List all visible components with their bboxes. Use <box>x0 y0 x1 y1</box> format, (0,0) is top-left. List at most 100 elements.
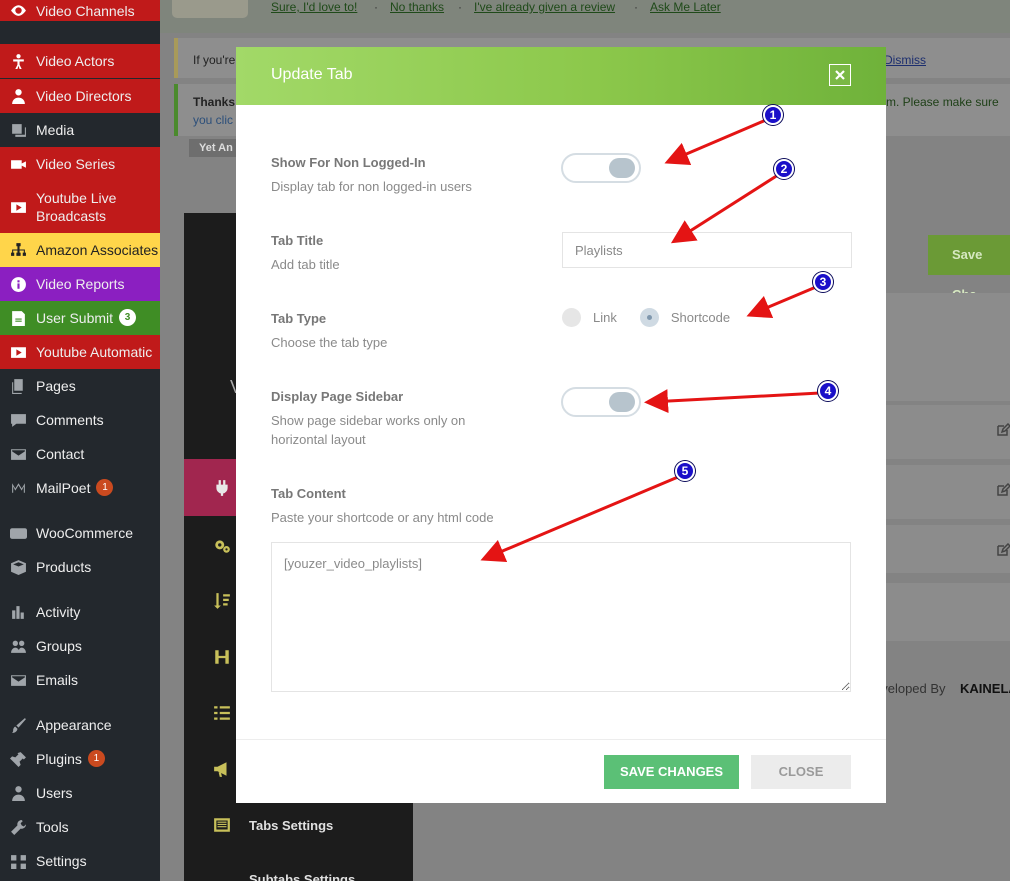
sidebar-item-label: Emails <box>36 672 79 688</box>
modal-title: Update Tab <box>271 66 353 83</box>
sidebar-item-video-channels[interactable]: Video Channels <box>0 0 160 21</box>
tab-title-title: Tab Title <box>271 233 324 248</box>
sidebar-item-label: WooCommerce <box>36 525 133 541</box>
sidebar-item-emails[interactable]: Emails <box>0 663 160 697</box>
sidebar-item-amazon-associates[interactable]: Amazon Associates <box>0 233 160 267</box>
sidebar-item-label: Activity <box>36 604 81 620</box>
sidebar-item-youtube-automatic[interactable]: Youtube Automatic <box>0 335 160 369</box>
sidebar-item-contact[interactable]: Contact <box>0 437 160 471</box>
brush-icon <box>9 716 27 734</box>
page-sidebar-toggle[interactable] <box>561 387 641 417</box>
tab-type-label-link[interactable]: Link <box>593 310 617 325</box>
close-button[interactable]: CLOSE <box>751 755 851 789</box>
plug-icon[interactable] <box>213 479 231 497</box>
review-thumb <box>172 0 248 18</box>
sidebar-item-woocommerce[interactable]: WooCommerce <box>0 516 160 550</box>
sidebar-item-label: Amazon Associates <box>36 242 159 258</box>
panel-item-subtabs-settings[interactable]: Subtabs Settings <box>249 872 355 881</box>
director-icon <box>9 87 27 105</box>
sidebar-item-video-series[interactable]: Video Series <box>0 147 160 181</box>
annotation-badge-3: 3 <box>813 272 833 292</box>
woo-icon <box>9 524 27 542</box>
notice-1-text: If you're <box>193 53 236 67</box>
sidebar-item-label: Youtube Automatic <box>36 344 153 360</box>
sidebar-item-video-actors[interactable]: Video Actors <box>0 44 160 78</box>
developer-name: KAINELA <box>960 681 1010 696</box>
sidebar-item-label: Comments <box>36 412 104 428</box>
mailpoet-icon <box>9 479 27 497</box>
count-badge: 3 <box>119 309 137 326</box>
modal-footer-divider <box>236 739 886 740</box>
sidebar-item-label: Video Series <box>36 156 116 172</box>
notice-2-text: Thanks <box>193 95 236 109</box>
sidebar-item-settings[interactable]: Settings <box>0 844 160 878</box>
notice-2-button[interactable]: Yet An <box>189 139 243 157</box>
toggle-knob <box>609 158 635 178</box>
review-link-yes[interactable]: Sure, I'd love to! <box>271 0 357 14</box>
tab-title-input[interactable] <box>562 232 852 268</box>
panel-item-tabs-settings[interactable]: Tabs Settings <box>249 818 333 833</box>
notice-2-text-b: you clic <box>193 113 234 127</box>
gears-icon[interactable] <box>213 537 231 555</box>
sidebar-item-label: Settings <box>36 853 87 869</box>
sidebar-item-users[interactable]: Users <box>0 776 160 810</box>
mail-icon <box>9 445 27 463</box>
heading-icon[interactable] <box>213 648 231 666</box>
page-sidebar-desc: Show page sidebar works only on horizont… <box>271 413 466 447</box>
review-link-already[interactable]: I've already given a review <box>474 0 615 14</box>
review-separator: · <box>458 0 462 14</box>
submit-icon <box>9 309 27 327</box>
review-separator: · <box>634 0 638 14</box>
sidebar-item-user-submit[interactable]: User Submit 3 <box>0 301 160 335</box>
notice-dismiss-link[interactable]: Dismiss <box>884 53 926 67</box>
sidebar-item-products[interactable]: Products <box>0 550 160 584</box>
tab-type-desc: Choose the tab type <box>271 335 388 350</box>
sidebar-item-pages[interactable]: Pages <box>0 369 160 403</box>
sidebar-item-media[interactable]: Media <box>0 113 160 147</box>
edit-icon[interactable] <box>996 422 1010 437</box>
tab-type-label-shortcode[interactable]: Shortcode <box>671 310 730 325</box>
sidebar-item-tools[interactable]: Tools <box>0 810 160 844</box>
annotation-badge-1: 1 <box>763 105 783 125</box>
count-badge: 1 <box>96 479 114 496</box>
sidebar-item-label: Youtube Live Broadcasts <box>36 190 117 224</box>
edit-icon[interactable] <box>996 542 1010 557</box>
sidebar-item-appearance[interactable]: Appearance <box>0 708 160 742</box>
sidebar-item-label: Pages <box>36 378 76 394</box>
count-badge: 1 <box>87 750 105 767</box>
sidebar-item-video-reports[interactable]: Video Reports <box>0 267 160 301</box>
review-link-later[interactable]: Ask Me Later <box>650 0 721 14</box>
tab-type-radio-link[interactable] <box>562 308 581 327</box>
sidebar-item-label: Video Directors <box>36 88 132 104</box>
sort-icon[interactable] <box>213 592 231 610</box>
sidebar-item-label: Contact <box>36 446 85 462</box>
megaphone-icon[interactable] <box>213 760 231 778</box>
sidebar-item-comments[interactable]: Comments <box>0 403 160 437</box>
modal-close-button[interactable] <box>829 64 851 86</box>
non-logged-in-toggle[interactable] <box>561 153 641 183</box>
youtube-play-icon <box>9 343 27 361</box>
list-icon[interactable] <box>213 704 231 722</box>
bg-save-button[interactable]: Save Cha <box>928 235 1010 302</box>
tabs-icon[interactable] <box>213 816 231 834</box>
info-icon <box>9 275 27 293</box>
review-link-no[interactable]: No thanks <box>390 0 444 14</box>
sidebar-item-mailpoet[interactable]: MailPoet 1 <box>0 471 160 505</box>
youtube-play-icon <box>9 198 27 216</box>
activity-icon <box>9 603 27 621</box>
tab-content-desc: Paste your shortcode or any html code <box>271 510 494 525</box>
tab-type-radio-shortcode[interactable] <box>639 308 659 327</box>
sidebar-item-video-directors[interactable]: Video Directors <box>0 79 160 113</box>
save-changes-button[interactable]: SAVE CHANGES <box>604 755 739 789</box>
tab-content-textarea[interactable]: [youzer_video_playlists] <box>271 542 851 692</box>
sidebar-item-youtube-live-broadcasts[interactable]: Youtube Live Broadcasts <box>0 181 160 233</box>
mail-icon <box>9 671 27 689</box>
sidebar-item-activity[interactable]: Activity <box>0 595 160 629</box>
sidebar-item-plugins[interactable]: Plugins 1 <box>0 742 160 776</box>
wrench-icon <box>9 818 27 836</box>
edit-icon[interactable] <box>996 482 1010 497</box>
close-icon <box>835 70 845 80</box>
sidebar-item-label: Appearance <box>36 717 112 733</box>
sidebar-item-groups[interactable]: Groups <box>0 629 160 663</box>
sidebar-item-label: Users <box>36 785 73 801</box>
